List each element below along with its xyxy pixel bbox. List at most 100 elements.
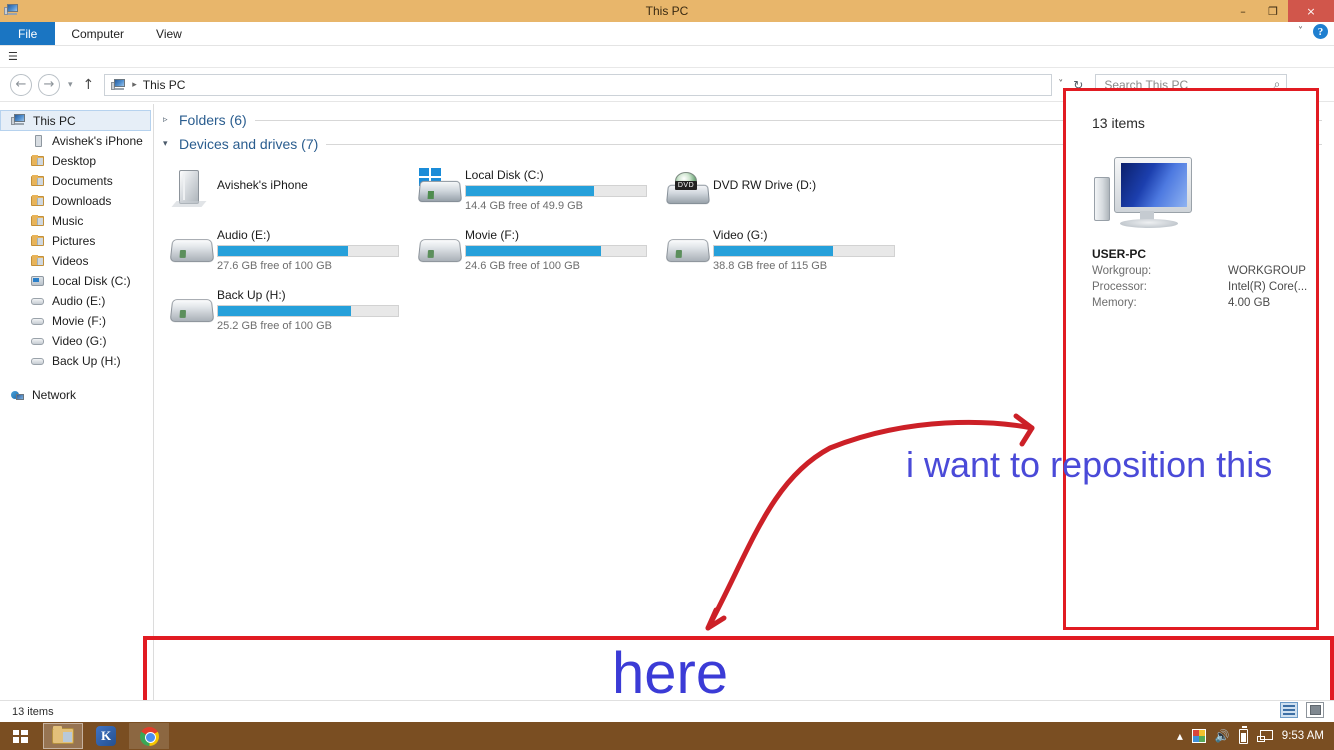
window-title-bar[interactable]: This PC – ❐ × xyxy=(0,0,1334,22)
start-button[interactable] xyxy=(0,722,40,750)
chevron-down-icon[interactable]: ▾ xyxy=(163,139,173,149)
navigation-pane[interactable]: This PC Avishek's iPhone Desktop Documen… xyxy=(0,104,154,700)
this-pc-icon xyxy=(11,113,27,128)
forward-button[interactable]: → xyxy=(38,73,60,96)
back-button[interactable]: ← xyxy=(10,73,32,96)
folder-icon xyxy=(30,194,46,208)
dvd-drive-icon: DVD xyxy=(665,168,713,212)
k-app-icon: K xyxy=(96,726,116,746)
details-computer-name: USER-PC xyxy=(1092,247,1147,261)
tab-view[interactable]: View xyxy=(140,22,198,45)
sidebar-item-local-disk-c[interactable]: Local Disk (C:) xyxy=(0,271,153,291)
sidebar-item-label: Back Up (H:) xyxy=(52,354,121,368)
close-button[interactable]: × xyxy=(1288,0,1334,22)
sidebar-item-label: Video (G:) xyxy=(52,334,107,348)
hdd-icon xyxy=(30,334,46,348)
drive-name: Video (G:) xyxy=(713,228,768,242)
sidebar-item-this-pc[interactable]: This PC xyxy=(0,110,151,131)
annotation-reposition-text: i want to reposition this xyxy=(906,444,1273,485)
sidebar-item-label: Pictures xyxy=(52,234,96,248)
sidebar-item-network[interactable]: Network xyxy=(0,385,153,405)
network-icon xyxy=(10,388,26,402)
drive-item-local-disk-c[interactable]: Local Disk (C:) 14.4 GB free of 49.9 GB xyxy=(417,164,665,212)
taskbar-app-chrome[interactable] xyxy=(129,723,169,749)
group-label: Devices and drives (7) xyxy=(179,136,319,152)
windows-disk-icon xyxy=(417,168,465,212)
taskbar[interactable]: K xyxy=(0,722,1334,750)
drive-capacity-bar xyxy=(217,245,399,257)
drive-item-movie-f[interactable]: Movie (F:) 24.6 GB free of 100 GB xyxy=(417,224,665,272)
folder-icon xyxy=(30,154,46,168)
details-row-processor: Processor: Intel(R) Core(... xyxy=(1092,281,1316,293)
drive-capacity-bar xyxy=(465,185,647,197)
sidebar-item-documents[interactable]: Documents xyxy=(0,171,153,191)
details-row-memory: Memory: 4.00 GB xyxy=(1092,297,1316,309)
hdd-icon xyxy=(169,288,217,332)
sidebar-item-label: This PC xyxy=(33,113,76,128)
tab-computer[interactable]: Computer xyxy=(55,22,140,45)
chrome-icon xyxy=(139,726,159,746)
network-icon[interactable] xyxy=(1256,730,1273,742)
taskbar-app-kmplayer[interactable]: K xyxy=(86,723,126,749)
battery-icon[interactable] xyxy=(1238,725,1248,744)
recent-locations-icon[interactable]: ▾ xyxy=(68,80,73,90)
help-icon[interactable]: ? xyxy=(1313,24,1328,39)
drive-name: Back Up (H:) xyxy=(217,288,286,302)
folder-icon xyxy=(30,214,46,228)
this-pc-icon xyxy=(4,3,20,19)
hdd-icon xyxy=(30,314,46,328)
sidebar-item-label: Videos xyxy=(52,254,89,268)
large-icons-view-icon[interactable] xyxy=(1306,702,1324,718)
window-title: This PC xyxy=(645,4,689,18)
breadcrumb-separator: ▸ xyxy=(132,79,137,90)
sidebar-item-label: Avishek's iPhone xyxy=(52,134,143,148)
show-hidden-icons-icon[interactable]: ▴ xyxy=(1177,729,1183,743)
minimize-button[interactable]: – xyxy=(1228,0,1258,22)
breadcrumb[interactable]: ▸ This PC xyxy=(104,73,1053,96)
drive-row: Avishek's iPhone Local Disk (C:) 14.4 GB… xyxy=(169,164,1069,224)
sidebar-item-audio-e[interactable]: Audio (E:) xyxy=(0,291,153,311)
details-key: Memory: xyxy=(1092,297,1137,309)
annotation-bottom-box xyxy=(143,636,1334,704)
clock[interactable]: 9:53 AM xyxy=(1282,730,1324,742)
chevron-right-icon[interactable]: ▹ xyxy=(163,115,173,125)
maximize-button[interactable]: ❐ xyxy=(1258,0,1288,22)
sidebar-item-videos[interactable]: Videos xyxy=(0,251,153,271)
sidebar-item-avisheks-iphone[interactable]: Avishek's iPhone xyxy=(0,131,153,151)
drive-info: Back Up (H:) 25.2 GB free of 100 GB xyxy=(217,284,409,332)
drive-item-back-up-h[interactable]: Back Up (H:) 25.2 GB free of 100 GB xyxy=(169,284,417,332)
breadcrumb-this-pc[interactable]: This PC xyxy=(143,78,186,92)
sidebar-item-video-g[interactable]: Video (G:) xyxy=(0,331,153,351)
sidebar-item-music[interactable]: Music xyxy=(0,211,153,231)
colored-app-icon[interactable] xyxy=(1191,729,1206,743)
taskbar-app-file-explorer[interactable] xyxy=(43,723,83,749)
ribbon-right-controls: ˅ ? xyxy=(1298,24,1328,39)
volume-icon[interactable]: 🔊 xyxy=(1215,729,1230,743)
sidebar-item-label: Documents xyxy=(52,174,113,188)
drive-item-avisheks-iphone[interactable]: Avishek's iPhone xyxy=(169,164,417,212)
sidebar-item-downloads[interactable]: Downloads xyxy=(0,191,153,211)
local-disk-icon xyxy=(30,274,46,288)
customize-qat-icon[interactable]: ☰ xyxy=(8,50,18,63)
drive-item-dvd-rw-d[interactable]: DVD DVD RW Drive (D:) xyxy=(665,164,913,212)
sidebar-item-desktop[interactable]: Desktop xyxy=(0,151,153,171)
sidebar-item-label: Local Disk (C:) xyxy=(52,274,131,288)
breadcrumb-this-pc-icon xyxy=(111,78,126,91)
phone-icon xyxy=(30,134,46,148)
sidebar-item-movie-f[interactable]: Movie (F:) xyxy=(0,311,153,331)
folder-icon xyxy=(30,174,46,188)
details-pane[interactable]: 13 items USER-PC Workgroup: WORKGROUP Pr… xyxy=(1063,88,1319,630)
details-view-icon[interactable] xyxy=(1280,702,1298,718)
tab-file[interactable]: File xyxy=(0,22,56,45)
system-tray[interactable]: ▴ 🔊 9:53 AM xyxy=(1177,722,1334,750)
sidebar-item-back-up-h[interactable]: Back Up (H:) xyxy=(0,351,153,371)
drive-item-audio-e[interactable]: Audio (E:) 27.6 GB free of 100 GB xyxy=(169,224,417,272)
sidebar-item-pictures[interactable]: Pictures xyxy=(0,231,153,251)
status-bar: 13 items xyxy=(0,700,1334,722)
up-button[interactable]: ↑ xyxy=(83,77,95,93)
chevron-down-icon[interactable]: ˅ xyxy=(1298,26,1303,37)
hdd-icon xyxy=(417,228,465,272)
drive-item-video-g[interactable]: Video (G:) 38.8 GB free of 115 GB xyxy=(665,224,913,272)
drive-free-space: 25.2 GB free of 100 GB xyxy=(217,320,332,332)
